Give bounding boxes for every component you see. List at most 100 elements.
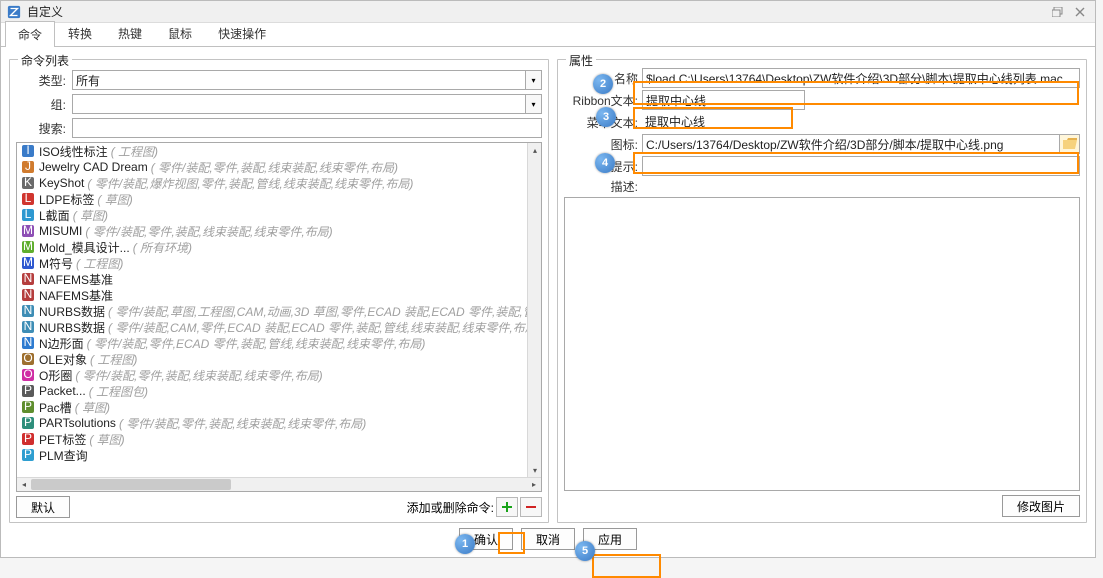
list-item[interactable]: N N边形面( 零件/装配,零件,ECAD 零件,装配,管线,线束装配,线束零件,… <box>17 335 541 351</box>
addremove-label: 添加或删除命令: <box>407 499 494 516</box>
svg-text:N: N <box>24 288 33 301</box>
item-label: NAFEMS基准 <box>39 287 113 304</box>
item-note: ( 零件/装配,零件,装配,线束装配,线束零件,布局) <box>119 415 366 432</box>
item-label: L截面 <box>39 207 70 224</box>
item-note: ( 工程图) <box>111 143 158 160</box>
item-label: Mold_模具设计... <box>39 239 130 256</box>
tab-convert[interactable]: 转换 <box>55 20 105 46</box>
search-label: 搜索: <box>16 120 66 137</box>
item-note: ( 工程图包) <box>89 383 148 400</box>
default-button[interactable]: 默认 <box>16 496 70 518</box>
tab-mouse[interactable]: 鼠标 <box>155 20 205 46</box>
type-combo[interactable]: 所有 <box>72 70 526 90</box>
close-icon[interactable] <box>1071 5 1089 19</box>
tab-command[interactable]: 命令 <box>5 21 55 47</box>
svg-text:P: P <box>24 432 32 445</box>
item-note: ( 零件/装配,草图,工程图,CAM,动画,3D 草图,零件,ECAD 装配,E… <box>108 303 541 320</box>
cancel-button[interactable]: 取消 <box>521 528 575 550</box>
svg-text:P: P <box>24 448 32 461</box>
description-textarea[interactable] <box>564 197 1080 491</box>
item-icon: L <box>21 192 35 206</box>
command-list-legend: 命令列表 <box>18 52 72 69</box>
item-icon: N <box>21 320 35 334</box>
list-item[interactable]: MM符号( 工程图) <box>17 255 541 271</box>
item-label: N边形面 <box>39 335 84 352</box>
list-item[interactable]: OOLE对象( 工程图) <box>17 351 541 367</box>
list-item[interactable]: OO形圈( 零件/装配,零件,装配,线束装配,线束零件,布局) <box>17 367 541 383</box>
remove-command-button[interactable] <box>520 497 542 517</box>
tabbar: 命令 转换 热键 鼠标 快速操作 <box>1 23 1095 47</box>
list-item[interactable]: LL截面( 草图) <box>17 207 541 223</box>
svg-text:M: M <box>23 240 33 253</box>
item-icon: M <box>21 224 35 238</box>
item-label: PLM查询 <box>39 447 88 464</box>
customize-dialog: 自定义 命令 转换 热键 鼠标 快速操作 命令列表 类型: 所有 ▾ 组: <box>0 0 1096 558</box>
list-item[interactable]: P PLM查询 <box>17 447 541 463</box>
item-icon: P <box>21 432 35 446</box>
dialog-footer: 确认 取消 应用 <box>1 525 1095 553</box>
list-item[interactable]: PPARTsolutions( 零件/装配,零件,装配,线束装配,线束零件,布局… <box>17 415 541 431</box>
search-input[interactable] <box>72 118 542 138</box>
item-icon: P <box>21 384 35 398</box>
list-item[interactable]: KKeyShot( 零件/装配,爆炸视图,零件,装配,管线,线束装配,线束零件,… <box>17 175 541 191</box>
scroll-right-icon[interactable]: ▸ <box>527 478 541 492</box>
type-label: 类型: <box>16 72 66 89</box>
svg-text:P: P <box>24 400 32 413</box>
svg-text:O: O <box>23 368 32 381</box>
list-item[interactable]: PPac槽( 草图) <box>17 399 541 415</box>
item-note: ( 草图) <box>89 431 124 448</box>
svg-text:M: M <box>23 224 33 237</box>
svg-text:N: N <box>24 272 33 285</box>
svg-text:P: P <box>24 384 32 397</box>
item-label: Packet... <box>39 384 86 398</box>
svg-text:P: P <box>24 416 32 429</box>
icon-field[interactable] <box>642 134 1060 154</box>
svg-text:M: M <box>23 256 33 269</box>
marker-5: 5 <box>575 541 595 561</box>
scroll-thumb[interactable] <box>31 479 231 490</box>
marker-2: 2 <box>593 74 613 94</box>
item-note: ( 零件/装配,零件,ECAD 零件,装配,管线,线束装配,线束零件,布局) <box>87 335 426 352</box>
add-command-button[interactable] <box>496 497 518 517</box>
list-item[interactable]: N NAFEMS基准 <box>17 287 541 303</box>
list-item[interactable]: JJewelry CAD Dream( 零件/装配,零件,装配,线束装配,线束零… <box>17 159 541 175</box>
item-label: ISO线性标注 <box>39 143 108 160</box>
tab-hotkey[interactable]: 热键 <box>105 20 155 46</box>
vertical-scrollbar[interactable]: ▴ ▾ <box>527 143 541 477</box>
svg-text:N: N <box>24 304 33 317</box>
list-item[interactable]: LLDPE标签( 草图) <box>17 191 541 207</box>
list-item[interactable]: NNURBS数据( 零件/装配,草图,工程图,CAM,动画,3D 草图,零件,E… <box>17 303 541 319</box>
list-item[interactable]: NNURBS数据( 零件/装配,CAM,零件,ECAD 装配,ECAD 零件,装… <box>17 319 541 335</box>
browse-icon-button[interactable] <box>1060 134 1080 154</box>
scroll-left-icon[interactable]: ◂ <box>17 478 31 492</box>
type-combo-arrow[interactable]: ▾ <box>526 70 542 90</box>
list-item[interactable]: N NAFEMS基准 <box>17 271 541 287</box>
list-item[interactable]: IISO线性标注( 工程图) <box>17 143 541 159</box>
group-combo[interactable] <box>72 94 526 114</box>
item-icon: N <box>21 304 35 318</box>
scroll-down-icon[interactable]: ▾ <box>528 463 542 477</box>
item-label: NAFEMS基准 <box>39 271 113 288</box>
list-item[interactable]: MMISUMI( 零件/装配,零件,装配,线束装配,线束零件,布局) <box>17 223 541 239</box>
item-note: ( 零件/装配,零件,装配,线束装配,线束零件,布局) <box>151 159 398 176</box>
command-list[interactable]: IISO线性标注( 工程图)JJewelry CAD Dream( 零件/装配,… <box>16 142 542 492</box>
list-item[interactable]: MMold_模具设计...( 所有环境) <box>17 239 541 255</box>
restore-icon[interactable] <box>1049 5 1067 19</box>
icon-label: 图标: <box>564 136 638 153</box>
scroll-up-icon[interactable]: ▴ <box>528 143 542 157</box>
list-item[interactable]: P Packet...( 工程图包) <box>17 383 541 399</box>
window-title: 自定义 <box>27 3 1045 20</box>
marker-4: 4 <box>595 153 615 173</box>
item-icon: N <box>21 336 35 350</box>
hint-field[interactable] <box>642 156 1080 176</box>
group-combo-arrow[interactable]: ▾ <box>526 94 542 114</box>
marker-1: 1 <box>455 534 475 554</box>
name-field[interactable] <box>642 68 1080 88</box>
highlight-apply <box>592 554 661 578</box>
ribbon-field[interactable] <box>642 90 805 110</box>
tab-quick[interactable]: 快速操作 <box>205 20 279 46</box>
list-item[interactable]: PPET标签( 草图) <box>17 431 541 447</box>
properties-legend: 属性 <box>566 52 596 69</box>
horizontal-scrollbar[interactable]: ◂ ▸ <box>17 477 541 491</box>
modify-image-button[interactable]: 修改图片 <box>1002 495 1080 517</box>
